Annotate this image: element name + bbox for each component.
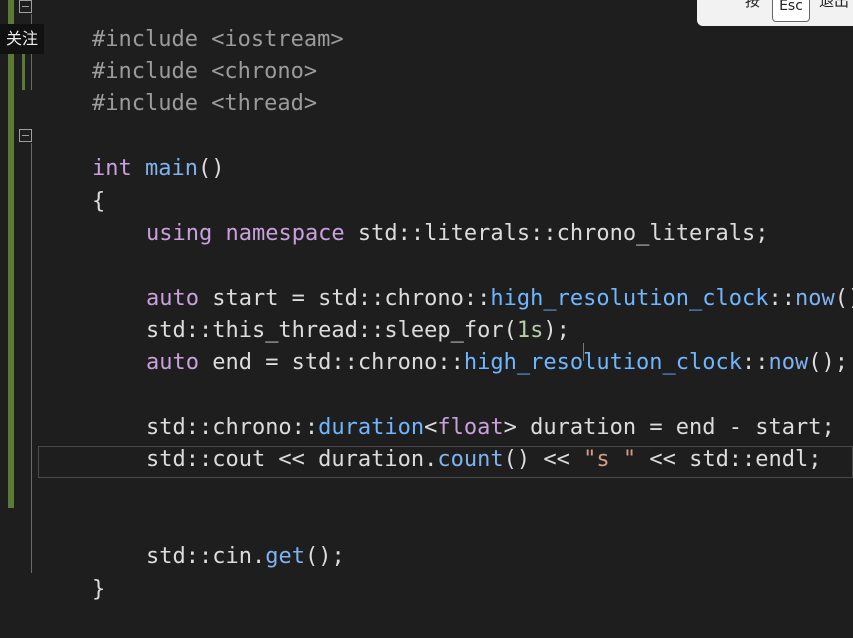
keyword-using: using [145, 221, 213, 246]
code-text: } [91, 577, 106, 602]
change-indicator-bar [8, 0, 14, 508]
fold-toggle-icon[interactable] [19, 129, 32, 142]
code-text: std::literals::chrono_literals; [344, 221, 769, 246]
esc-key-icon: Esc [772, 0, 810, 22]
code-line-cout[interactable]: std::cout << duration.count() << "s " <<… [93, 412, 822, 472]
keyword-namespace: namespace [225, 221, 345, 246]
function-get: get [265, 544, 305, 569]
function-main: main [144, 156, 198, 181]
type-high-resolution-clock: high_resolution_clock [463, 350, 743, 375]
code-text: (); [834, 286, 853, 311]
hint-exit-text: 退出 [819, 0, 850, 10]
code-line-duration[interactable]: std::chrono::duration<float> duration = … [93, 380, 835, 440]
follow-button[interactable]: 关注 [0, 24, 45, 54]
code-line-sleep[interactable]: std::this_thread::sleep_for(1s); [93, 283, 570, 343]
code-editor[interactable]: #include <iostream> #include <chrono> #i… [0, 0, 853, 602]
preprocessor-directive: #include <thread> [91, 91, 318, 116]
code-line-include-thread[interactable]: #include <thread> [39, 56, 317, 116]
code-text: std::cout << duration. [145, 447, 438, 472]
hint-press-text: 按 [745, 0, 761, 10]
code-text: :: [768, 286, 796, 311]
code-text: (); [304, 544, 345, 569]
code-line-include-chrono[interactable]: #include <chrono> [39, 24, 317, 84]
code-line-include-iostream[interactable]: #include <iostream> [39, 0, 344, 52]
code-line-cin[interactable]: std::cin.get(); [93, 509, 345, 569]
keyword-auto: auto [145, 350, 199, 375]
code-line-end[interactable]: auto end = std::chrono::high_resolution_… [93, 315, 848, 375]
code-line-close-brace[interactable]: } [39, 542, 105, 602]
fold-guide-line [31, 143, 32, 573]
code-text: :: [742, 350, 769, 375]
fold-toggle-icon[interactable] [19, 0, 32, 13]
code-line-main[interactable]: int main() [39, 121, 224, 181]
code-text: (); [808, 350, 849, 375]
code-text: end = std::chrono:: [198, 350, 464, 375]
code-text: () << [503, 447, 584, 472]
code-text: std::cin. [145, 544, 266, 569]
function-now: now [795, 286, 835, 311]
function-count: count [437, 447, 504, 472]
code-line-open-brace[interactable]: { [39, 154, 105, 214]
code-line-using[interactable]: using namespace std::literals::chrono_li… [93, 186, 769, 246]
string-literal: "s " [583, 447, 637, 472]
code-text: () [197, 156, 225, 181]
esc-exit-hint: 按 Esc 退出 [697, 0, 853, 26]
code-line-start[interactable]: auto start = std::chrono::high_resolutio… [93, 251, 853, 311]
code-text: << std::endl; [636, 447, 822, 472]
function-now: now [768, 350, 809, 375]
